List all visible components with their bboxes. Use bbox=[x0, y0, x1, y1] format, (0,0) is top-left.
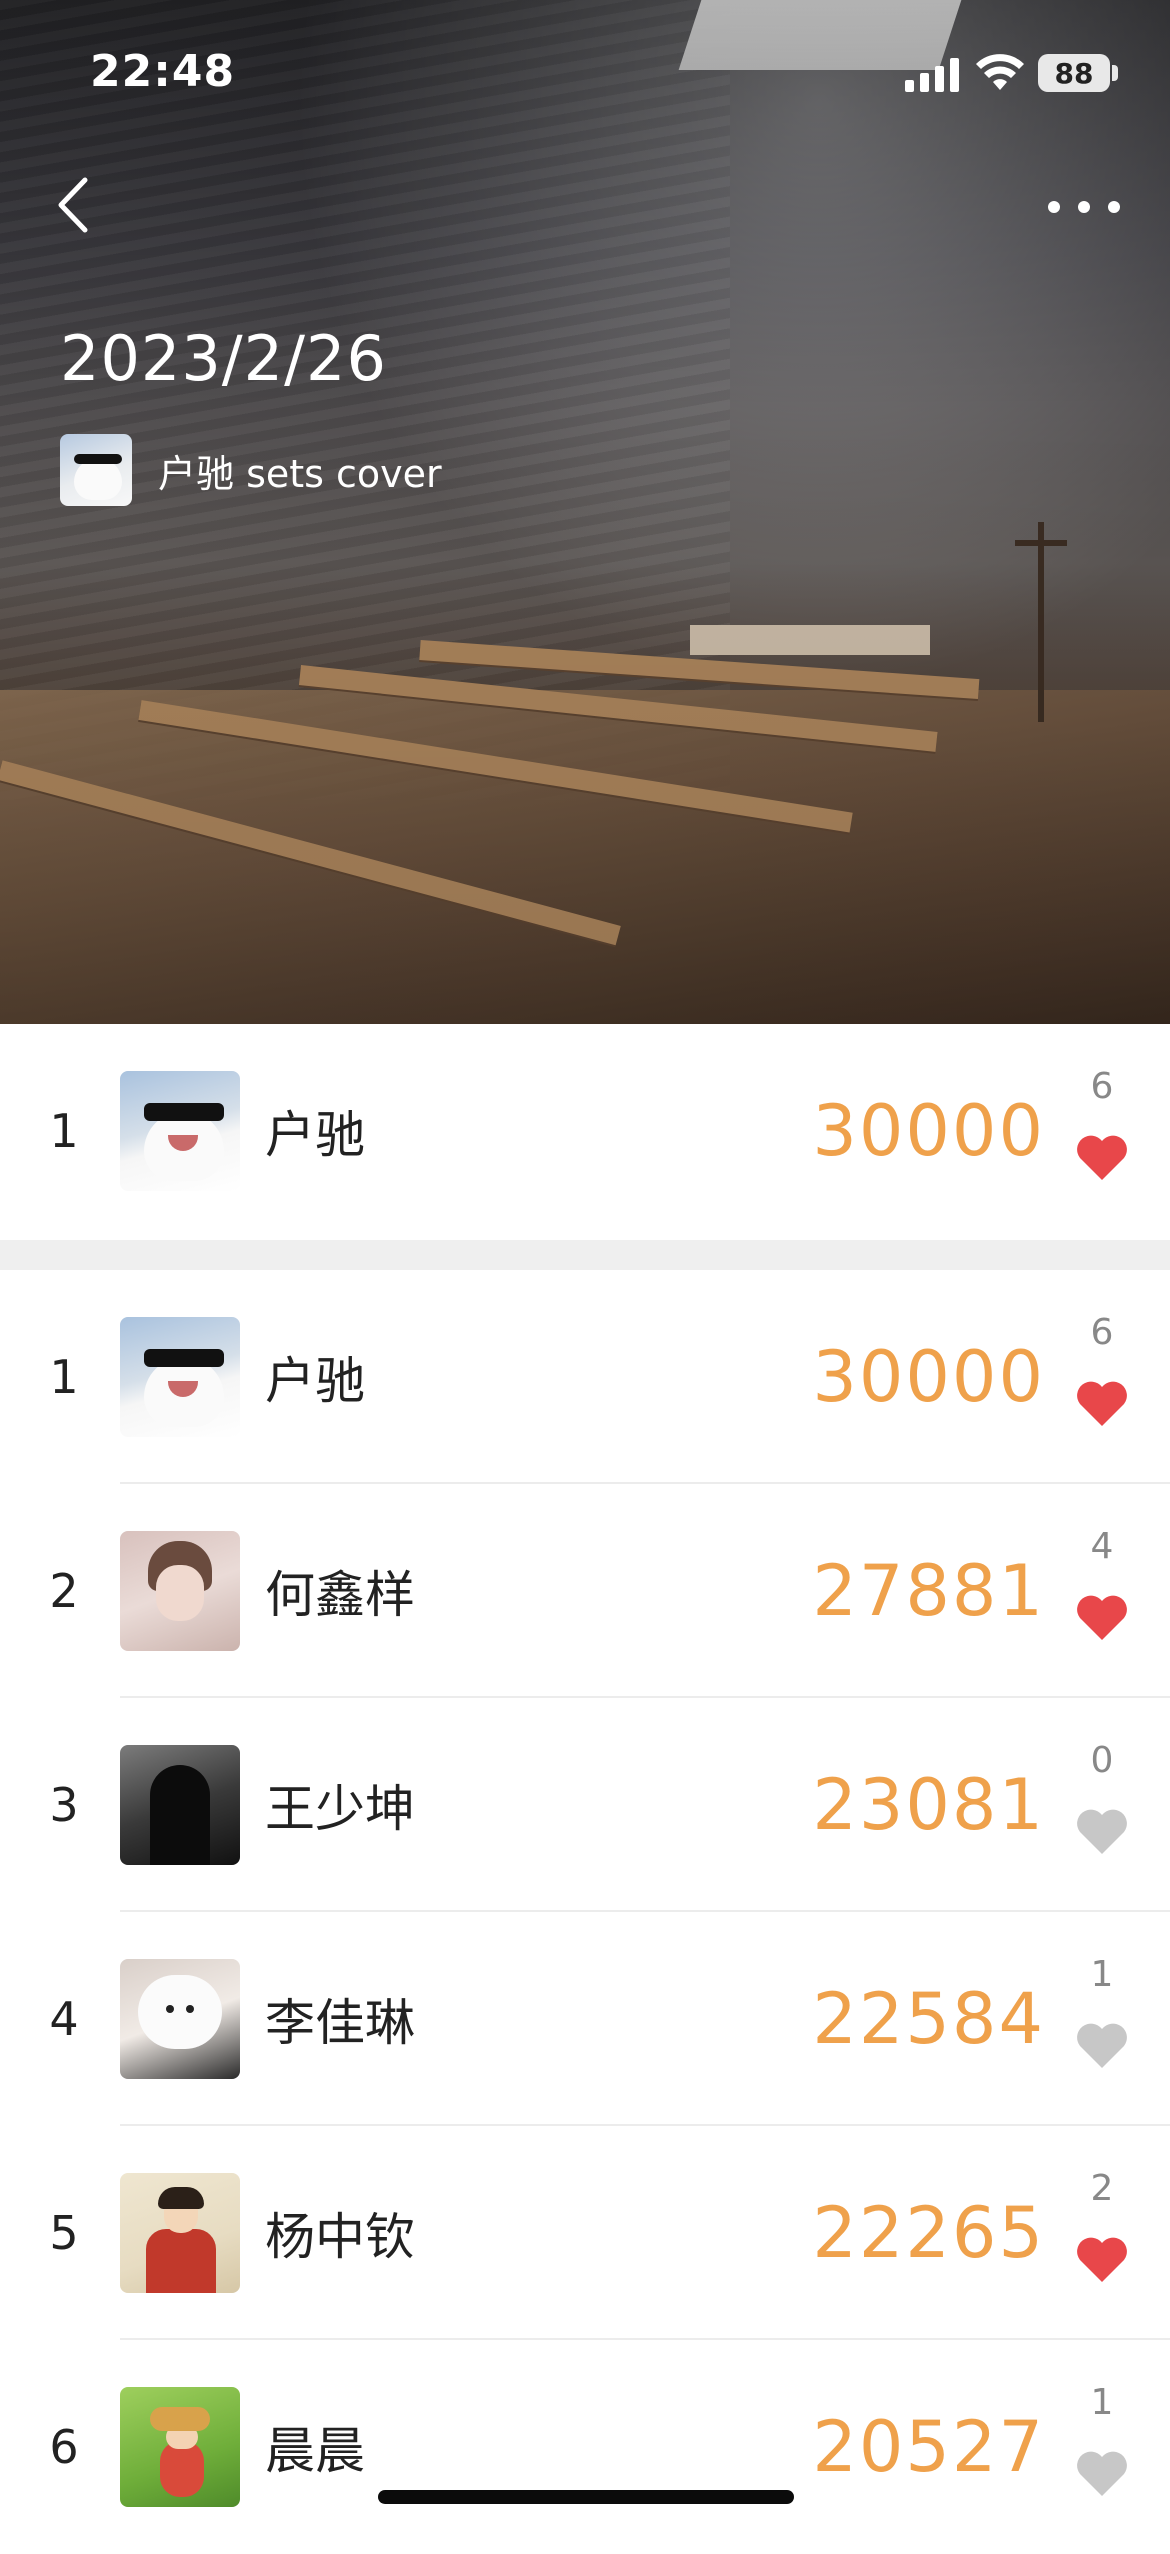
heart-filled-icon[interactable] bbox=[1075, 1592, 1129, 1642]
status-bar: 22:48 88 bbox=[0, 0, 1170, 140]
cover-image bbox=[0, 0, 1170, 1024]
step-count: 22265 bbox=[812, 2192, 1045, 2274]
like-count: 6 bbox=[1090, 1312, 1114, 1353]
cover-setter-avatar[interactable] bbox=[60, 434, 132, 506]
avatar-fluff bbox=[138, 1975, 222, 2049]
wifi-icon bbox=[976, 54, 1024, 90]
step-count: 30000 bbox=[812, 1090, 1045, 1172]
home-indicator[interactable] bbox=[378, 2490, 794, 2504]
cellular-signal-icon bbox=[905, 58, 959, 92]
user-name: 王少坤 bbox=[265, 1780, 415, 1838]
my-rank-row[interactable]: 1 户驰 30000 6 bbox=[0, 1024, 1170, 1238]
back-button[interactable] bbox=[42, 170, 102, 240]
cover-setter[interactable]: 户驰 sets cover bbox=[60, 434, 442, 506]
step-count: 23081 bbox=[812, 1764, 1045, 1846]
avatar-robe bbox=[146, 2229, 216, 2293]
user-name: 户驰 bbox=[265, 1352, 365, 1410]
avatar-hat bbox=[150, 2407, 210, 2431]
more-button[interactable] bbox=[1048, 182, 1120, 232]
avatar-eye bbox=[186, 2005, 194, 2013]
like-count: 6 bbox=[1090, 1066, 1114, 1107]
avatar[interactable] bbox=[120, 1071, 240, 1191]
ranking-row[interactable]: 6 晨晨 20527 1 bbox=[0, 2340, 1170, 2554]
user-name: 何鑫样 bbox=[265, 1566, 415, 1624]
step-count: 27881 bbox=[812, 1550, 1045, 1632]
heart-filled-icon[interactable] bbox=[1075, 1132, 1129, 1182]
cover-date-title: 2023/2/26 bbox=[60, 322, 387, 395]
avatar-glasses bbox=[144, 1103, 224, 1121]
cover-setter-label: 户驰 sets cover bbox=[158, 451, 442, 496]
rank-number: 5 bbox=[49, 2206, 79, 2260]
heart-filled-icon[interactable] bbox=[1075, 2234, 1129, 2284]
ranking-row[interactable]: 4 李佳琳 22584 1 bbox=[0, 1912, 1170, 2126]
more-dot-icon bbox=[1078, 201, 1090, 213]
avatar-eye bbox=[166, 2005, 174, 2013]
avatar[interactable] bbox=[120, 1531, 240, 1651]
ranking-row[interactable]: 5 杨中钦 22265 2 bbox=[0, 2126, 1170, 2340]
ranking-row[interactable]: 1 户驰 30000 6 bbox=[0, 1270, 1170, 1484]
user-name: 杨中钦 bbox=[265, 2208, 415, 2266]
section-divider bbox=[0, 1240, 1170, 1270]
rank-number: 1 bbox=[49, 1350, 79, 1404]
step-count: 22584 bbox=[812, 1978, 1045, 2060]
user-name: 户驰 bbox=[265, 1106, 365, 1164]
avatar-face bbox=[74, 458, 122, 500]
rank-number: 4 bbox=[49, 1992, 79, 2046]
cover-shade bbox=[0, 0, 1170, 1024]
avatar-body bbox=[160, 2441, 204, 2497]
avatar[interactable] bbox=[120, 2387, 240, 2507]
user-name: 晨晨 bbox=[265, 2422, 365, 2480]
user-name: 李佳琳 bbox=[265, 1994, 415, 2052]
ranking-row[interactable]: 3 王少坤 23081 0 bbox=[0, 1698, 1170, 1912]
battery-nub bbox=[1112, 65, 1118, 81]
step-count: 30000 bbox=[812, 1336, 1045, 1418]
chevron-left-icon bbox=[58, 177, 88, 233]
step-count: 20527 bbox=[812, 2406, 1045, 2488]
battery-icon: 88 bbox=[1038, 54, 1110, 92]
avatar-hair bbox=[158, 2187, 204, 2209]
like-count: 0 bbox=[1090, 1740, 1114, 1781]
avatar-silhouette bbox=[150, 1765, 210, 1865]
heart-outline-icon[interactable] bbox=[1075, 2020, 1129, 2070]
avatar-glasses bbox=[144, 1349, 224, 1367]
rank-number: 3 bbox=[49, 1778, 79, 1832]
heart-filled-icon[interactable] bbox=[1075, 1378, 1129, 1428]
rank-number: 2 bbox=[49, 1564, 79, 1618]
ranking-row[interactable]: 2 何鑫样 27881 4 bbox=[0, 1484, 1170, 1698]
avatar[interactable] bbox=[120, 2173, 240, 2293]
more-dot-icon bbox=[1048, 201, 1060, 213]
like-count: 2 bbox=[1090, 2168, 1114, 2209]
avatar[interactable] bbox=[120, 1317, 240, 1437]
avatar[interactable] bbox=[120, 1959, 240, 2079]
heart-outline-icon[interactable] bbox=[1075, 1806, 1129, 1856]
status-time: 22:48 bbox=[90, 46, 236, 97]
avatar-glasses bbox=[74, 454, 122, 464]
rank-number: 1 bbox=[49, 1104, 79, 1158]
heart-outline-icon[interactable] bbox=[1075, 2448, 1129, 2498]
like-count: 4 bbox=[1090, 1526, 1114, 1567]
avatar[interactable] bbox=[120, 1745, 240, 1865]
like-count: 1 bbox=[1090, 2382, 1114, 2423]
more-dot-icon bbox=[1108, 201, 1120, 213]
avatar-face bbox=[156, 1565, 204, 1621]
like-count: 1 bbox=[1090, 1954, 1114, 1995]
rank-number: 6 bbox=[49, 2420, 79, 2474]
